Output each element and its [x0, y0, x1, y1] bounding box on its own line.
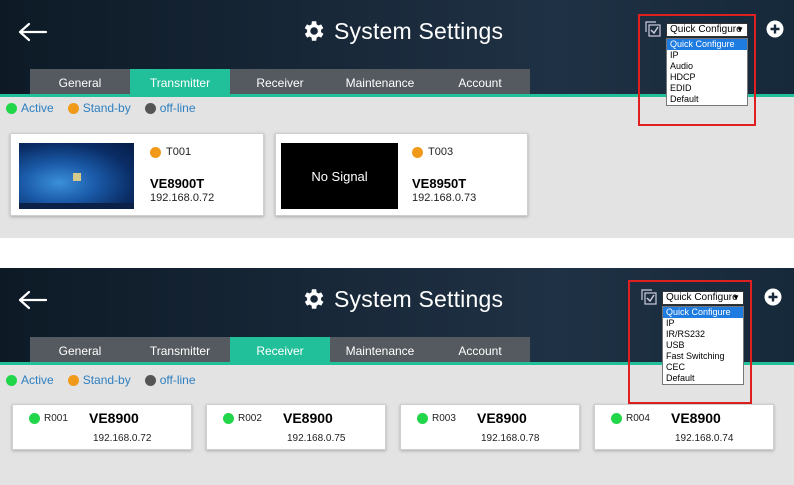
tab-receiver[interactable]: Receiver	[230, 337, 330, 365]
highlight-box	[628, 280, 752, 404]
receiver-id: R001	[29, 413, 68, 424]
transmitter-model: VE8900T	[150, 176, 205, 191]
transmitter-ip: 192.168.0.72	[150, 192, 215, 204]
active-dot-icon	[223, 413, 234, 424]
transmitter-model: VE8950T	[412, 176, 467, 191]
status-legend: Active Stand-by off-line	[6, 101, 196, 115]
legend-offline-label: off-line	[159, 101, 196, 115]
active-dot-icon	[6, 374, 17, 386]
transmitter-card[interactable]: No Signal T003 VE8950T 192.168.0.73	[275, 133, 528, 216]
receiver-model: VE8900	[671, 410, 721, 426]
gear-icon	[304, 21, 324, 41]
tab-general[interactable]: General	[30, 69, 130, 97]
tab-account[interactable]: Account	[430, 69, 530, 97]
tab-bar: General Transmitter Receiver Maintenance…	[30, 69, 530, 97]
page-title: System Settings	[300, 284, 503, 314]
standby-dot-icon	[67, 102, 79, 114]
receiver-ip: 192.168.0.74	[675, 433, 734, 444]
tab-general[interactable]: General	[30, 337, 130, 365]
receiver-model: VE8900	[89, 410, 139, 426]
legend-active: Active	[6, 373, 54, 387]
transmitter-settings-panel: System Settings General Transmitter Rece…	[0, 0, 794, 238]
add-circle-icon[interactable]	[764, 288, 782, 306]
legend-standby: Stand-by	[67, 101, 131, 115]
back-arrow-icon[interactable]	[18, 290, 48, 310]
legend-offline: off-line	[144, 373, 196, 387]
page-title: System Settings	[300, 16, 503, 46]
receiver-card[interactable]: R003 VE8900 192.168.0.78	[400, 404, 580, 450]
active-dot-icon	[417, 413, 428, 424]
tab-receiver[interactable]: Receiver	[230, 69, 330, 97]
receiver-id-label: R001	[44, 413, 68, 424]
tab-account[interactable]: Account	[430, 337, 530, 365]
tab-transmitter[interactable]: Transmitter	[130, 69, 230, 97]
tab-transmitter[interactable]: Transmitter	[130, 337, 230, 365]
receiver-model: VE8900	[477, 410, 527, 426]
receiver-settings-panel: System Settings General Transmitter Rece…	[0, 268, 794, 485]
legend-standby-label: Stand-by	[82, 101, 131, 115]
title-text: System Settings	[334, 17, 504, 44]
no-signal-preview: No Signal	[281, 143, 398, 209]
transmitter-card[interactable]: T001 VE8900T 192.168.0.72	[10, 133, 264, 216]
receiver-id: R003	[417, 413, 456, 424]
title-text: System Settings	[334, 285, 504, 312]
receiver-ip: 192.168.0.72	[93, 433, 152, 444]
tab-bar: General Transmitter Receiver Maintenance…	[30, 337, 530, 365]
receiver-id-label: R002	[238, 413, 262, 424]
receiver-id-label: R003	[432, 413, 456, 424]
tab-maintenance[interactable]: Maintenance	[330, 69, 430, 97]
status-legend: Active Stand-by off-line	[6, 373, 196, 387]
active-dot-icon	[29, 413, 40, 424]
receiver-id: R004	[611, 413, 650, 424]
legend-offline-label: off-line	[159, 373, 196, 387]
standby-dot-icon	[150, 146, 161, 158]
desktop-preview-image	[19, 143, 134, 209]
receiver-ip: 192.168.0.78	[481, 433, 540, 444]
receiver-id-label: R004	[626, 413, 650, 424]
gear-icon	[304, 289, 324, 309]
legend-offline: off-line	[144, 101, 196, 115]
transmitter-id-label: T001	[166, 146, 192, 158]
legend-active-label: Active	[21, 101, 54, 115]
receiver-id: R002	[223, 413, 262, 424]
receiver-card[interactable]: R004 VE8900 192.168.0.74	[594, 404, 774, 450]
windows-logo-icon	[73, 173, 81, 181]
legend-active-label: Active	[21, 373, 54, 387]
legend-active: Active	[6, 101, 54, 115]
transmitter-id-label: T003	[428, 146, 454, 158]
standby-dot-icon	[67, 374, 79, 386]
legend-standby: Stand-by	[67, 373, 131, 387]
tab-maintenance[interactable]: Maintenance	[330, 337, 430, 365]
active-dot-icon	[611, 413, 622, 424]
transmitter-id: T003	[412, 146, 453, 158]
back-arrow-icon[interactable]	[18, 22, 48, 42]
standby-dot-icon	[412, 146, 423, 158]
add-circle-icon[interactable]	[766, 20, 784, 38]
active-dot-icon	[6, 102, 17, 114]
transmitter-id: T001	[150, 146, 191, 158]
legend-standby-label: Stand-by	[82, 373, 131, 387]
highlight-box	[638, 14, 756, 126]
taskbar	[19, 203, 134, 209]
offline-dot-icon	[144, 102, 156, 114]
receiver-card[interactable]: R001 VE8900 192.168.0.72	[12, 404, 192, 450]
transmitter-ip: 192.168.0.73	[412, 192, 477, 204]
receiver-ip: 192.168.0.75	[287, 433, 346, 444]
receiver-model: VE8900	[283, 410, 333, 426]
offline-dot-icon	[144, 374, 156, 386]
receiver-card[interactable]: R002 VE8900 192.168.0.75	[206, 404, 386, 450]
